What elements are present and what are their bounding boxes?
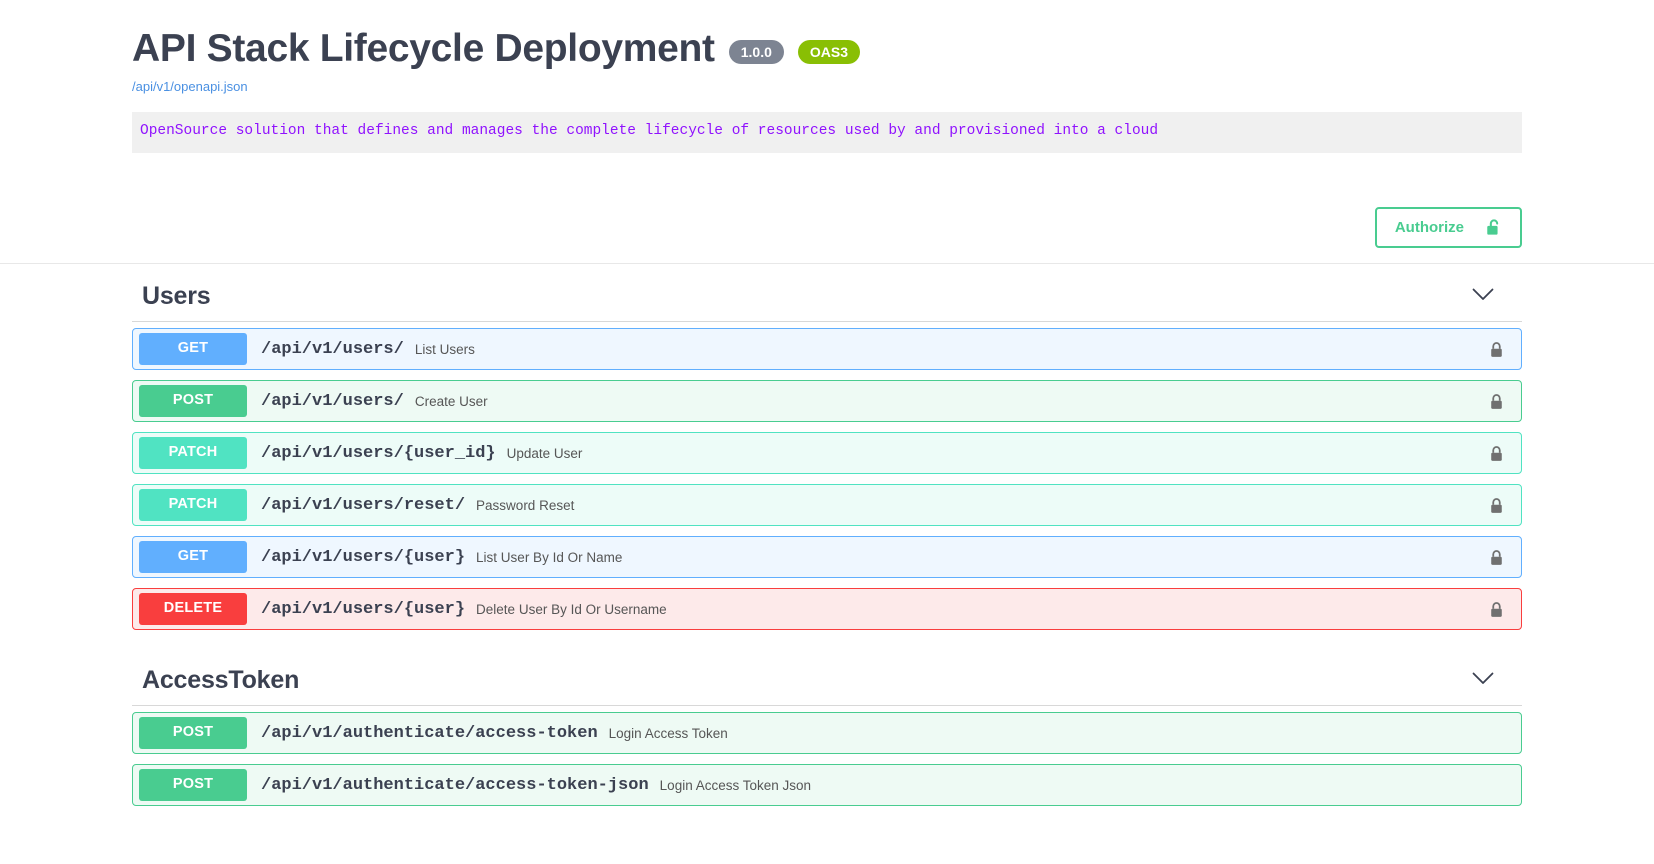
authorize-button-label: Authorize (1394, 218, 1464, 236)
operation-row[interactable]: PATCH /api/v1/users/reset/ Password Rese… (132, 484, 1522, 527)
tag-title-users: Users (142, 282, 211, 311)
operation-path: /api/v1/authenticate/access-token (261, 723, 598, 743)
method-badge: PATCH (139, 437, 247, 470)
operation-row[interactable]: GET /api/v1/users/ List Users (132, 328, 1522, 371)
oas-version-badge: OAS3 (797, 40, 860, 65)
api-description-banner: OpenSource solution that defines and man… (132, 111, 1522, 154)
api-description-text: OpenSource solution that defines and man… (140, 122, 1159, 139)
operation-row[interactable]: POST /api/v1/users/ Create User (132, 380, 1522, 423)
method-badge: POST (139, 717, 247, 750)
chevron-down-icon[interactable] (1472, 288, 1494, 306)
lock-icon[interactable] (1490, 497, 1521, 514)
method-badge: POST (139, 385, 247, 418)
operation-summary: Update User (506, 445, 583, 461)
operation-row[interactable]: DELETE /api/v1/users/{user} Delete User … (132, 588, 1522, 631)
tag-section-users: Users GET /api/v1/users/ List Users POST… (132, 264, 1522, 631)
tag-header-users[interactable]: Users (132, 264, 1522, 323)
method-badge: GET (139, 541, 247, 574)
operation-row[interactable]: GET /api/v1/users/{user} List User By Id… (132, 536, 1522, 579)
operation-path: /api/v1/users/ (261, 391, 404, 411)
lock-icon[interactable] (1490, 393, 1521, 410)
operation-path: /api/v1/users/{user_id} (261, 443, 496, 463)
unlock-icon (1486, 218, 1502, 237)
operation-summary: Login Access Token (608, 725, 728, 741)
operation-path: /api/v1/users/{user} (261, 599, 466, 619)
page-title: API Stack Lifecycle Deployment (132, 27, 715, 70)
openapi-spec-link[interactable]: /api/v1/openapi.json (132, 79, 1522, 94)
operation-summary: List Users (414, 341, 475, 357)
lock-icon[interactable] (1490, 445, 1521, 462)
operation-summary: Delete User By Id Or Username (476, 601, 667, 617)
method-badge: PATCH (139, 489, 247, 522)
method-badge: DELETE (139, 593, 247, 626)
operation-summary: List User By Id Or Name (476, 549, 623, 565)
tag-header-accesstoken[interactable]: AccessToken (132, 648, 1522, 707)
lock-icon[interactable] (1490, 549, 1521, 566)
operation-row[interactable]: PATCH /api/v1/users/{user_id} Update Use… (132, 432, 1522, 475)
authorize-row: Authorize (132, 153, 1522, 263)
lock-icon[interactable] (1490, 341, 1521, 358)
operation-summary: Create User (414, 393, 488, 409)
operation-summary: Login Access Token Json (659, 777, 812, 793)
operations-list-users: GET /api/v1/users/ List Users POST /api/… (132, 322, 1522, 631)
method-badge: POST (139, 769, 247, 802)
operation-path: /api/v1/users/reset/ (261, 495, 466, 515)
title-row: API Stack Lifecycle Deployment 1.0.0 OAS… (132, 27, 1522, 71)
lock-icon[interactable] (1490, 601, 1521, 618)
tag-title-accesstoken: AccessToken (142, 666, 300, 695)
version-badge: 1.0.0 (728, 40, 784, 65)
method-badge: GET (139, 333, 247, 366)
operation-path: /api/v1/authenticate/access-token-json (261, 775, 649, 795)
operation-path: /api/v1/users/ (261, 339, 404, 359)
authorize-button[interactable]: Authorize (1374, 206, 1522, 248)
operation-row[interactable]: POST /api/v1/authenticate/access-token L… (132, 712, 1522, 755)
operation-path: /api/v1/users/{user} (261, 547, 466, 567)
chevron-down-icon[interactable] (1472, 672, 1494, 690)
api-info-block: API Stack Lifecycle Deployment 1.0.0 OAS… (132, 0, 1522, 94)
operations-list-accesstoken: POST /api/v1/authenticate/access-token L… (132, 706, 1522, 807)
tag-section-accesstoken: AccessToken POST /api/v1/authenticate/ac… (132, 648, 1522, 807)
swagger-ui-page: API Stack Lifecycle Deployment 1.0.0 OAS… (0, 0, 1654, 864)
operation-row[interactable]: POST /api/v1/authenticate/access-token-j… (132, 764, 1522, 807)
operation-summary: Password Reset (476, 497, 575, 513)
